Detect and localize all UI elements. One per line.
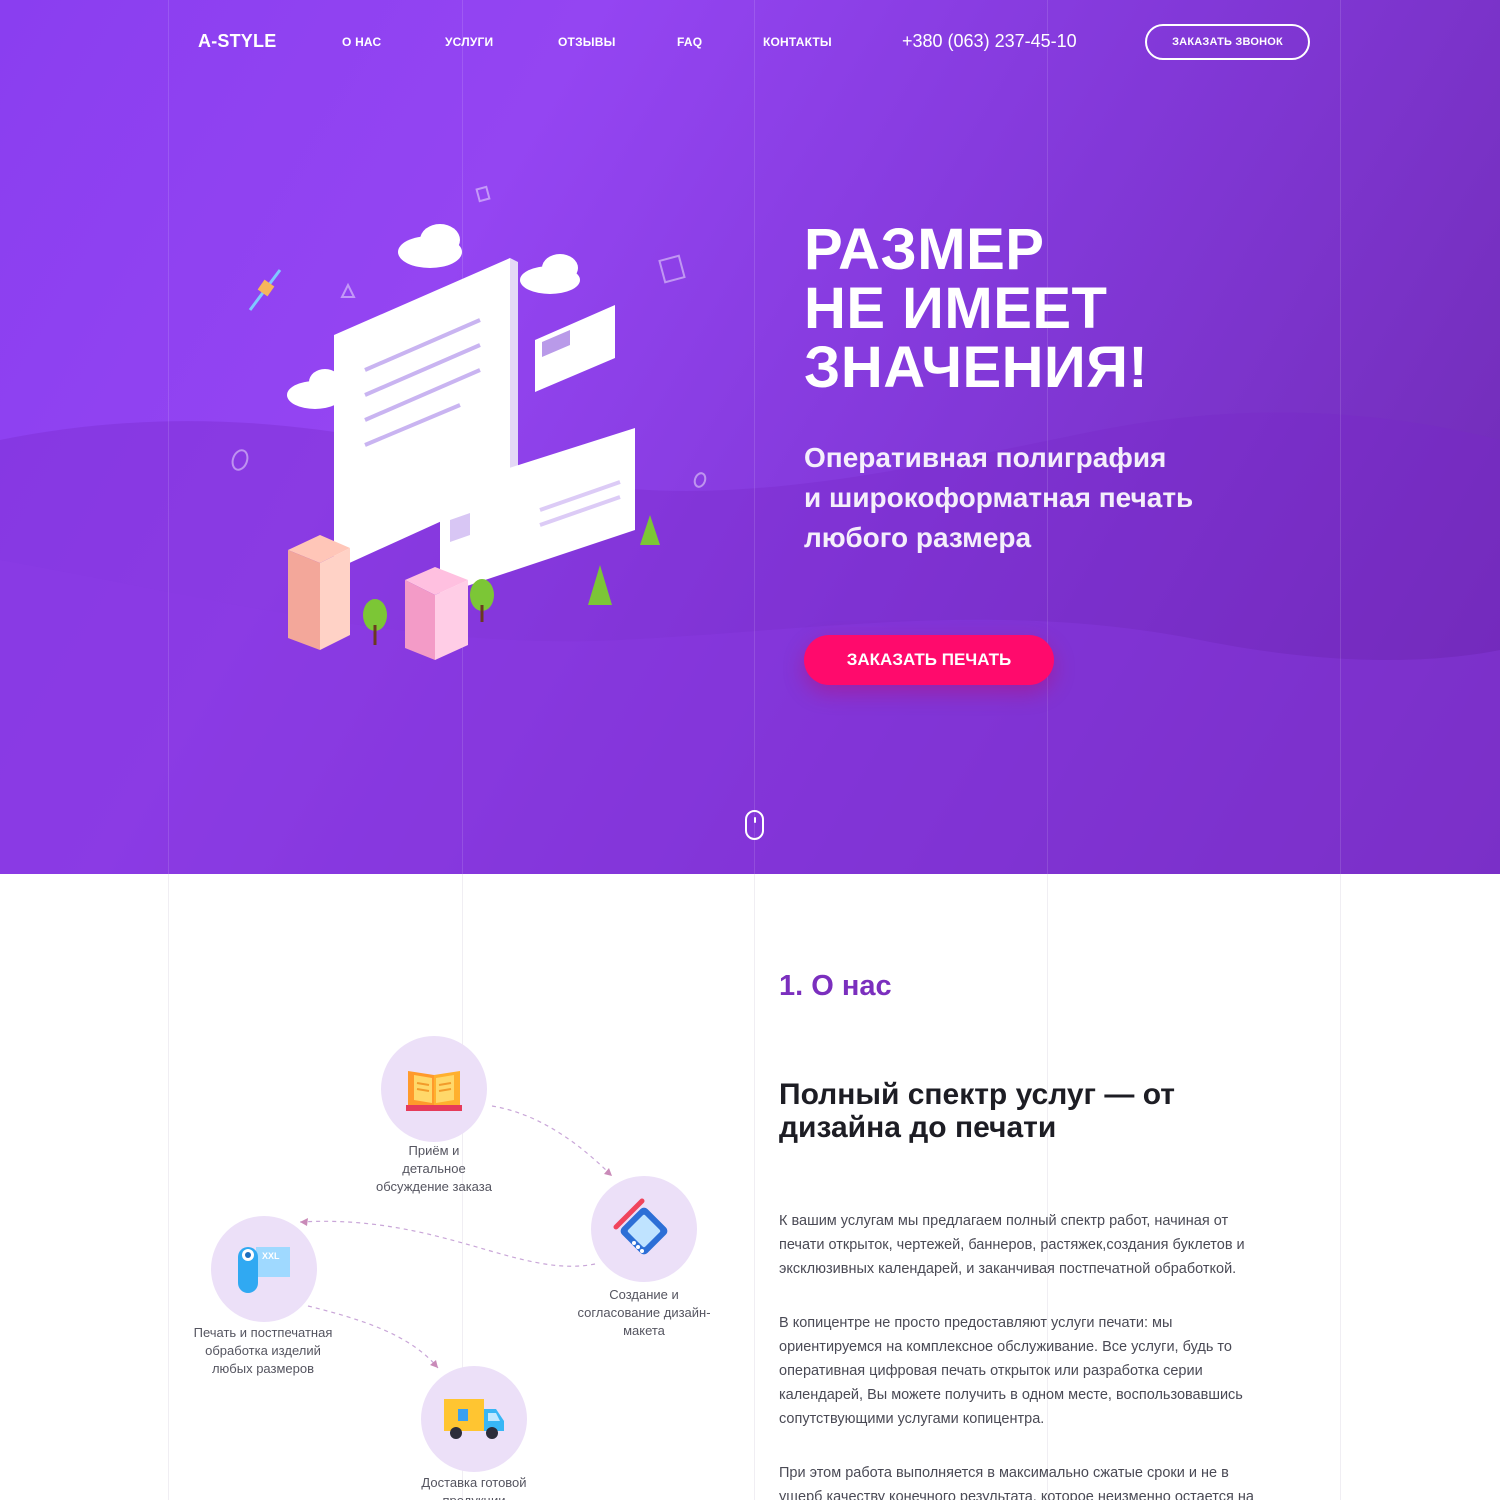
hero-section: A-STYLE О НАС УСЛУГИ ОТЗЫВЫ FAQ КОНТАКТЫ… <box>0 0 1500 874</box>
about-heading-line: дизайна до печати <box>779 1111 1057 1144</box>
about-paragraph: В копицентре не просто предоставляют усл… <box>779 1311 1299 1431</box>
nav-link-reviews[interactable]: ОТЗЫВЫ <box>558 35 616 49</box>
hero-background-waves <box>0 412 1500 874</box>
printing-illustration <box>231 185 707 660</box>
nav-link-about[interactable]: О НАС <box>342 35 381 49</box>
step-label-line: обсуждение заказа <box>376 1179 492 1194</box>
step-label-line: детальное <box>402 1161 466 1176</box>
hero-subtitle-line: любого размера <box>804 522 1032 553</box>
order-print-button[interactable]: ЗАКАЗАТЬ ПЕЧАТЬ <box>804 635 1054 685</box>
paragraph-line: эксклюзивных календарей, и заканчивая по… <box>779 1261 1237 1277</box>
step-label: Создание и согласование дизайн- макета <box>559 1286 729 1340</box>
paragraph-line: календарей, Вы можете получить в одном м… <box>779 1387 1243 1403</box>
nav-link-services[interactable]: УСЛУГИ <box>445 35 493 49</box>
step-circle: XXL <box>211 1216 317 1322</box>
nav-link-faq[interactable]: FAQ <box>677 35 702 49</box>
phone-number[interactable]: +380 (063) 237-45-10 <box>902 31 1077 52</box>
hero-title-line: РАЗМЕР <box>804 217 1045 282</box>
step-label: Доставка готовой продукции <box>394 1474 554 1500</box>
logo[interactable]: A-STYLE <box>198 31 276 52</box>
step-circle <box>421 1366 527 1472</box>
step-label-line: согласование дизайн- <box>577 1305 711 1320</box>
building-icon <box>288 535 350 650</box>
cloud-icon <box>398 224 462 268</box>
paragraph-line: К вашим услугам мы предлагаем полный спе… <box>779 1213 1229 1229</box>
about-paragraph: К вашим услугам мы предлагаем полный спе… <box>779 1209 1299 1281</box>
step-label-line: Приём и <box>408 1143 460 1158</box>
hero-title-line: НЕ ИМЕЕТ <box>804 276 1108 341</box>
design-tablet-icon <box>613 1198 668 1255</box>
paragraph-line: печати открыток, чертежей, баннеров, рас… <box>779 1237 1245 1253</box>
about-heading-line: Полный спектр услуг — от <box>779 1078 1175 1111</box>
hero-subtitle-line: и широкоформатная печать <box>804 482 1194 513</box>
svg-text:XXL: XXL <box>262 1251 280 1261</box>
section-number: 1. О нас <box>779 970 892 1002</box>
hero-title-line: ЗНАЧЕНИЯ! <box>804 335 1149 400</box>
step-label-line: любых размеров <box>211 1361 315 1376</box>
hero-title: РАЗМЕР НЕ ИМЕЕТ ЗНАЧЕНИЯ! <box>804 220 1148 397</box>
step-label-line: обработка изделий <box>205 1343 321 1358</box>
step-label-line: продукции <box>394 1492 554 1500</box>
step-label-line: макета <box>623 1323 665 1338</box>
paragraph-line: При этом работа выполняется в максимальн… <box>779 1465 1229 1481</box>
step-label: Приём и детальное обсуждение заказа <box>354 1142 514 1196</box>
about-paragraph: При этом работа выполняется в максимальн… <box>779 1461 1299 1500</box>
print-roll-icon: XXL <box>238 1247 290 1293</box>
step-label-line: Создание и <box>609 1287 679 1302</box>
callback-button[interactable]: ЗАКАЗАТЬ ЗВОНОК <box>1145 24 1310 60</box>
satellite-icon <box>248 269 282 311</box>
paragraph-line: В копицентре не просто предоставляют усл… <box>779 1315 1173 1331</box>
nav-link-contacts[interactable]: КОНТАКТЫ <box>763 35 832 49</box>
delivery-truck-icon <box>444 1399 504 1439</box>
paragraph-line: сопутствующими услугами копицентра. <box>779 1411 1045 1427</box>
step-label-line: Печать и постпечатная <box>193 1325 333 1340</box>
about-section: Приём и детальное обсуждение заказа Созд… <box>0 874 1500 1500</box>
paragraph-line: оперативная цифровая печать открыток или… <box>779 1363 1203 1379</box>
step-label: Печать и постпечатная обработка изделий … <box>178 1324 348 1378</box>
scroll-mouse-icon[interactable] <box>745 810 764 840</box>
about-heading: Полный спектр услуг — от дизайна до печа… <box>779 1078 1175 1144</box>
paragraph-line: ущерб качеству конечного результата, кот… <box>779 1489 1254 1500</box>
hero-subtitle-line: Оперативная полиграфия <box>804 442 1167 473</box>
book-icon <box>406 1071 462 1111</box>
step-circle <box>381 1036 487 1142</box>
step-circle <box>591 1176 697 1282</box>
hero-subtitle: Оперативная полиграфия и широкоформатная… <box>804 438 1193 558</box>
paragraph-line: ориентируемся на комплексное обслуживани… <box>779 1339 1232 1355</box>
step-label-line: Доставка готовой <box>421 1475 527 1490</box>
